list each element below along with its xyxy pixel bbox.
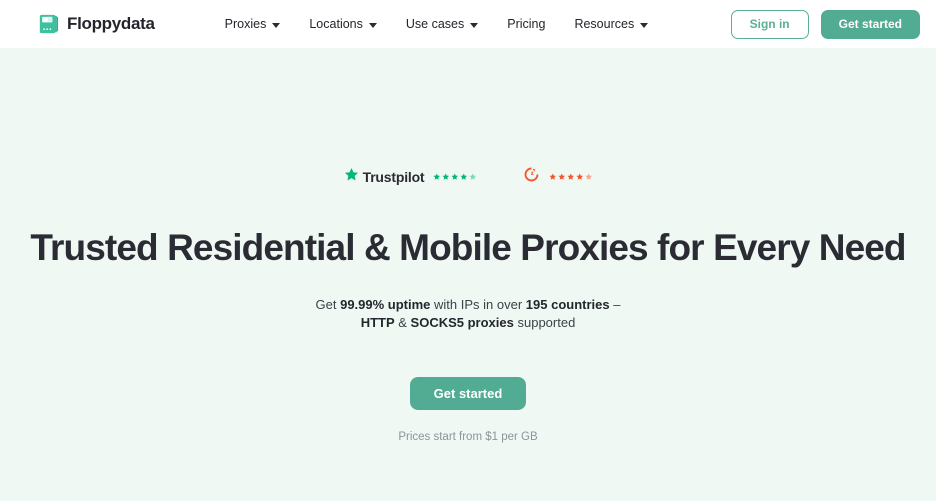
g2-badge[interactable] [523,166,593,188]
subhead-highlight-http: HTTP [360,315,395,331]
g2-logo-icon [523,166,540,188]
nav-item-pricing[interactable]: Pricing [507,17,545,31]
trustpilot-name: Trustpilot [362,169,425,185]
trust-badges: Trustpilot [0,166,936,188]
chevron-down-icon [470,22,479,28]
subhead-highlight-uptime: 99.99% uptime [340,296,431,312]
hero-get-started-button[interactable]: Get started [409,376,527,410]
g2-star-rating [549,173,593,181]
trustpilot-logo: Trustpilot [344,167,425,187]
floppy-disk-icon [38,13,60,35]
subhead-text: supported [513,315,576,331]
nav-label: Proxies [224,17,267,31]
sign-in-button[interactable]: Sign in [730,9,809,39]
chevron-down-icon [368,22,377,28]
nav-item-proxies[interactable]: Proxies [225,17,281,31]
nav-label: Locations [309,17,363,31]
price-note: Prices start from $1 per GB [398,430,538,443]
subhead-text: with IPs in over [430,296,526,312]
nav-item-locations[interactable]: Locations [309,17,377,31]
brand-logo[interactable]: Floppydata [38,13,155,35]
main-navigation: Proxies Locations Use cases Pricing Reso… [225,17,649,31]
header-actions: Sign in Get started [730,9,920,39]
hero-section: Trustpilot Trusted Residential & Mobile … [0,48,936,501]
nav-label: Pricing [507,17,546,31]
trustpilot-star-rating [433,173,477,181]
nav-item-resources[interactable]: Resources [574,17,649,31]
subhead-highlight-socks5: SOCKS5 proxies [410,315,514,331]
nav-label: Resources [574,17,635,31]
trustpilot-star-icon [344,167,359,187]
site-header: Floppydata Proxies Locations Use cases P… [0,0,936,48]
subhead-text: Get [315,296,341,312]
nav-item-use-cases[interactable]: Use cases [405,17,479,31]
subhead-text: & [394,315,411,331]
hero-subheadline: Get 99.99% uptime with IPs in over 195 c… [0,296,936,333]
subhead-highlight-countries: 195 countries [525,296,610,312]
page-title: Trusted Residential & Mobile Proxies for… [30,227,906,268]
nav-label: Use cases [405,17,465,31]
hero-cta-wrapper: Get started [0,376,936,410]
brand-name: Floppydata [67,14,155,33]
chevron-down-icon [640,22,649,28]
chevron-down-icon [272,22,281,28]
trustpilot-badge[interactable]: Trustpilot [344,167,477,187]
header-get-started-button[interactable]: Get started [820,9,920,39]
subhead-text: – [609,296,621,312]
